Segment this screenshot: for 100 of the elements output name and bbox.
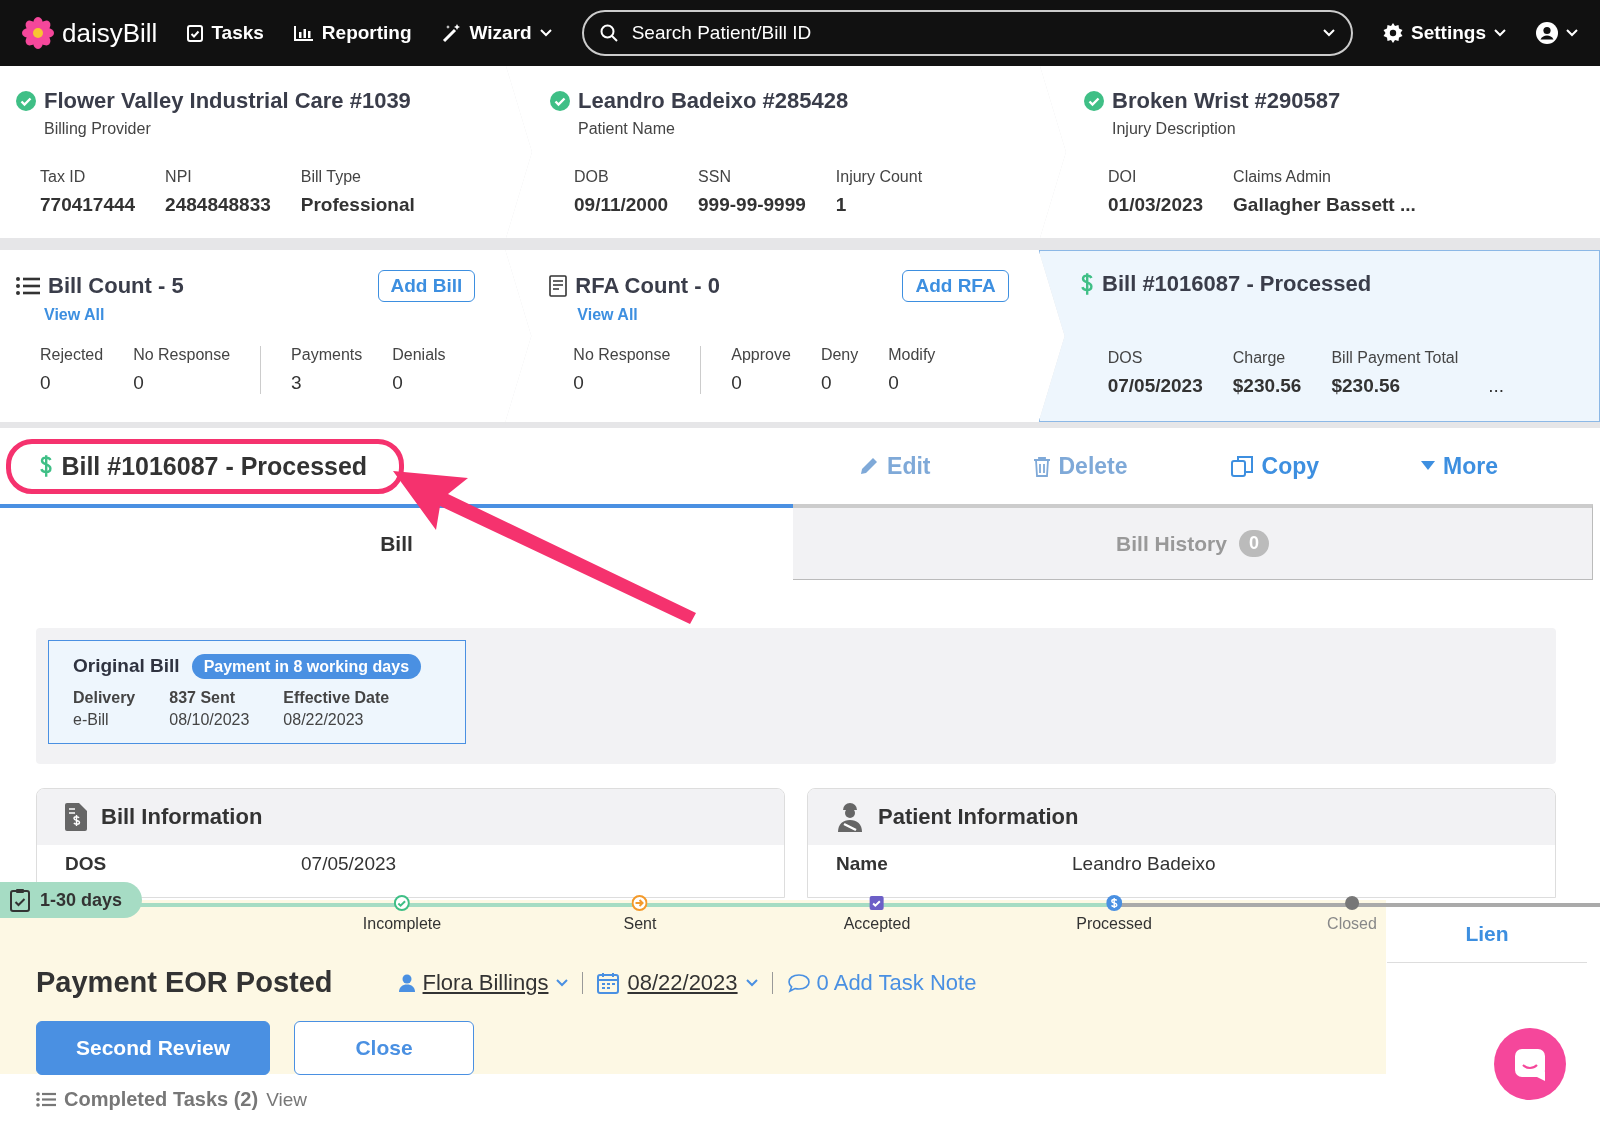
field-label: Bill Type: [300, 168, 362, 186]
add-note-link[interactable]: 0 Add Task Note: [786, 969, 977, 996]
tab[interactable]: Bill History 0: [793, 504, 1593, 580]
task-button[interactable]: Second Review: [36, 1021, 270, 1075]
field-value: 09/11/2000: [574, 194, 669, 216]
count-badge: 0: [1238, 530, 1269, 557]
person-icon: [398, 973, 415, 992]
clipboard-icon: [187, 24, 204, 42]
field-value: 770417444: [40, 194, 136, 216]
field-label: DOS: [1107, 349, 1144, 367]
field-label: Effective Date: [283, 689, 390, 707]
caret-icon: [1323, 29, 1336, 37]
task-button[interactable]: Close: [294, 1021, 474, 1075]
field-value: 08/10/2023: [169, 711, 250, 729]
card-title: Broken Wrist #290587: [1112, 88, 1341, 114]
field-label: Bill Payment Total: [1331, 349, 1459, 367]
field-label: SSN: [698, 168, 732, 186]
trash-icon: [1032, 455, 1051, 477]
speech-bubble-icon: [786, 972, 811, 993]
stat-label: Deny: [820, 346, 859, 364]
nav-item[interactable]: Reporting: [293, 22, 412, 44]
copy-icon: [1229, 454, 1254, 478]
payment-badge: Payment in 8 working days: [191, 654, 422, 679]
action-button[interactable]: More: [1415, 451, 1504, 481]
field-label: Claims Admin: [1233, 168, 1332, 186]
card-title: Flower Valley Industrial Care #1039: [44, 88, 411, 114]
user-avatar-icon: [1536, 22, 1558, 44]
card-subtitle: Injury Description: [1112, 120, 1237, 138]
card-title: RFA Count - 0: [575, 273, 720, 299]
original-bill-title: Original Bill: [73, 655, 180, 676]
more-text[interactable]: ...: [1488, 375, 1505, 397]
dollar-icon: [1079, 272, 1095, 296]
settings-icon: [1383, 23, 1404, 43]
search-field[interactable]: Search Patient/Bill ID: [581, 10, 1354, 56]
stat-value: 0: [820, 372, 833, 394]
date-dropdown[interactable]: 08/22/2023: [597, 969, 758, 996]
logo-text[interactable]: daisyBill: [62, 17, 158, 49]
task-title: Payment EOR Posted: [36, 966, 333, 999]
view-link[interactable]: View: [266, 1088, 307, 1111]
row-value: 07/05/2023: [301, 853, 397, 875]
arrow-right-icon: [632, 895, 648, 911]
stat-value: 0: [133, 372, 145, 394]
stat-value: 0: [573, 372, 585, 394]
person-icon: [836, 802, 864, 832]
current-bill-card[interactable]: Bill #1016087 - Processed DOS 07/05/2023 Charge $230.56 Bill Payment Total $230.56 ...: [1038, 250, 1600, 422]
card-title: Leandro Badeixo #285428: [578, 88, 849, 114]
duration-badge: 1-30 days: [0, 882, 143, 918]
caret-icon: [745, 978, 758, 987]
assignee-dropdown[interactable]: Flora Billings: [398, 969, 569, 996]
account-menu[interactable]: [1536, 22, 1578, 44]
stat-label: Modify: [888, 346, 936, 364]
checkbox-icon: [869, 895, 885, 911]
field-label: NPI: [165, 168, 193, 186]
field-label: DOB: [574, 168, 610, 186]
view-all-link[interactable]: View All: [44, 306, 105, 324]
caret-icon: [1566, 29, 1578, 37]
stat-value: 0: [40, 372, 52, 394]
dollar-circle-icon: [1106, 895, 1122, 911]
invoice-icon: [65, 803, 87, 831]
field-value: Gallagher Bassett ...: [1233, 194, 1416, 216]
dollar-icon: [39, 454, 54, 478]
stat-label: No Response: [133, 346, 231, 364]
panel-title: Bill Information: [101, 804, 263, 830]
field-label: DOI: [1108, 168, 1138, 186]
nav-item[interactable]: Tasks: [187, 22, 264, 44]
step-label: Accepted: [843, 915, 911, 933]
field-value: $230.56: [1232, 375, 1302, 397]
add-button[interactable]: Add Bill: [377, 270, 476, 302]
stat-label: Rejected: [40, 346, 104, 364]
dot-icon: [1344, 895, 1360, 911]
step-label: Closed: [1327, 915, 1377, 933]
stat-label: Payments: [291, 346, 363, 364]
card-subtitle: Billing Provider: [44, 120, 152, 138]
magic-wand-icon: [441, 23, 462, 43]
stat-label: Denials: [392, 346, 446, 364]
field-label: 837 Sent: [169, 689, 237, 707]
stat-value: 0: [888, 372, 900, 394]
nav-item[interactable]: Wizard: [441, 22, 552, 44]
completed-tasks-label: Completed Tasks (2): [64, 1088, 259, 1111]
field-value: 999-99-9999: [698, 194, 806, 216]
view-all-link[interactable]: View All: [577, 306, 638, 324]
stat-label: Approve: [731, 346, 791, 364]
row-label: Name: [836, 853, 889, 875]
field-value: 07/05/2023: [1107, 375, 1203, 397]
field-label: Tax ID: [40, 168, 87, 186]
field-value: 01/03/2023: [1108, 194, 1204, 216]
bill-title: Bill #1016087 - Processed: [6, 438, 405, 494]
stat-value: 0: [392, 372, 404, 394]
caret-icon: [556, 978, 569, 987]
list-icon: [36, 1092, 56, 1107]
action-button[interactable]: Copy: [1223, 451, 1326, 481]
list-icon: [16, 277, 40, 295]
add-button[interactable]: Add RFA: [902, 270, 1009, 302]
pencil-icon: [859, 456, 880, 476]
check-icon: [394, 895, 410, 911]
step-label: Processed: [1076, 915, 1152, 933]
stat-label: No Response: [573, 346, 671, 364]
field-value: 08/22/2023: [283, 711, 365, 729]
settings-menu[interactable]: Settings: [1383, 22, 1506, 44]
panel-title: Patient Information: [878, 804, 1079, 830]
